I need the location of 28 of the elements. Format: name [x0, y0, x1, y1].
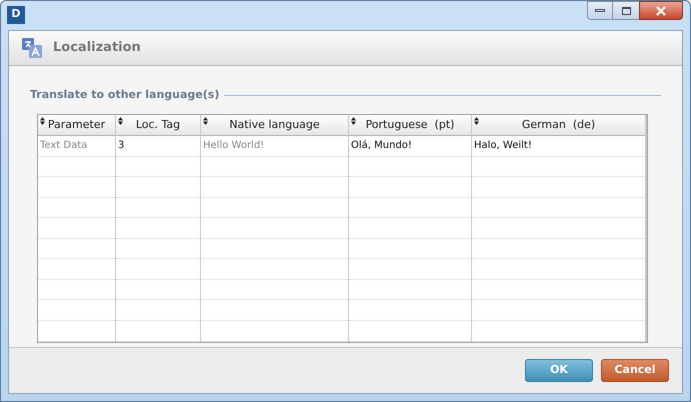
sort-icon	[40, 116, 45, 124]
column-header[interactable]: Loc. Tag	[116, 114, 200, 136]
sort-icon	[118, 116, 123, 124]
table-cell[interactable]: Olá, Mundo!	[349, 136, 471, 157]
column-header[interactable]: Parameter	[38, 114, 115, 136]
table-cell[interactable]: 3	[116, 136, 200, 157]
table-cell: Hello World!	[201, 136, 348, 157]
dialog-title: Localization	[53, 39, 141, 58]
header-label: Portuguese (pt)	[366, 116, 454, 133]
sort-icon	[351, 116, 356, 124]
table-cell[interactable]: Halo, Weilt!	[472, 136, 645, 157]
sort-icon	[474, 116, 479, 124]
column-header[interactable]: Portuguese (pt)	[349, 114, 471, 136]
minimize-button[interactable]	[587, 1, 613, 20]
app-icon: D	[7, 6, 25, 24]
header-label: Native language	[229, 116, 320, 133]
column-header[interactable]: German (de)	[472, 114, 645, 136]
group-label: Translate to other language(s)	[30, 87, 220, 103]
column-header[interactable]: Native language	[201, 114, 348, 136]
header-label: German (de)	[522, 116, 596, 133]
close-icon	[655, 6, 667, 16]
header-label: Parameter	[48, 116, 106, 133]
maximize-button[interactable]	[613, 1, 639, 20]
translate-icon	[22, 38, 42, 58]
close-button[interactable]	[639, 1, 683, 20]
sort-icon	[203, 116, 208, 124]
header-label: Loc. Tag	[136, 116, 180, 133]
table-cell: Text Data	[38, 136, 115, 157]
